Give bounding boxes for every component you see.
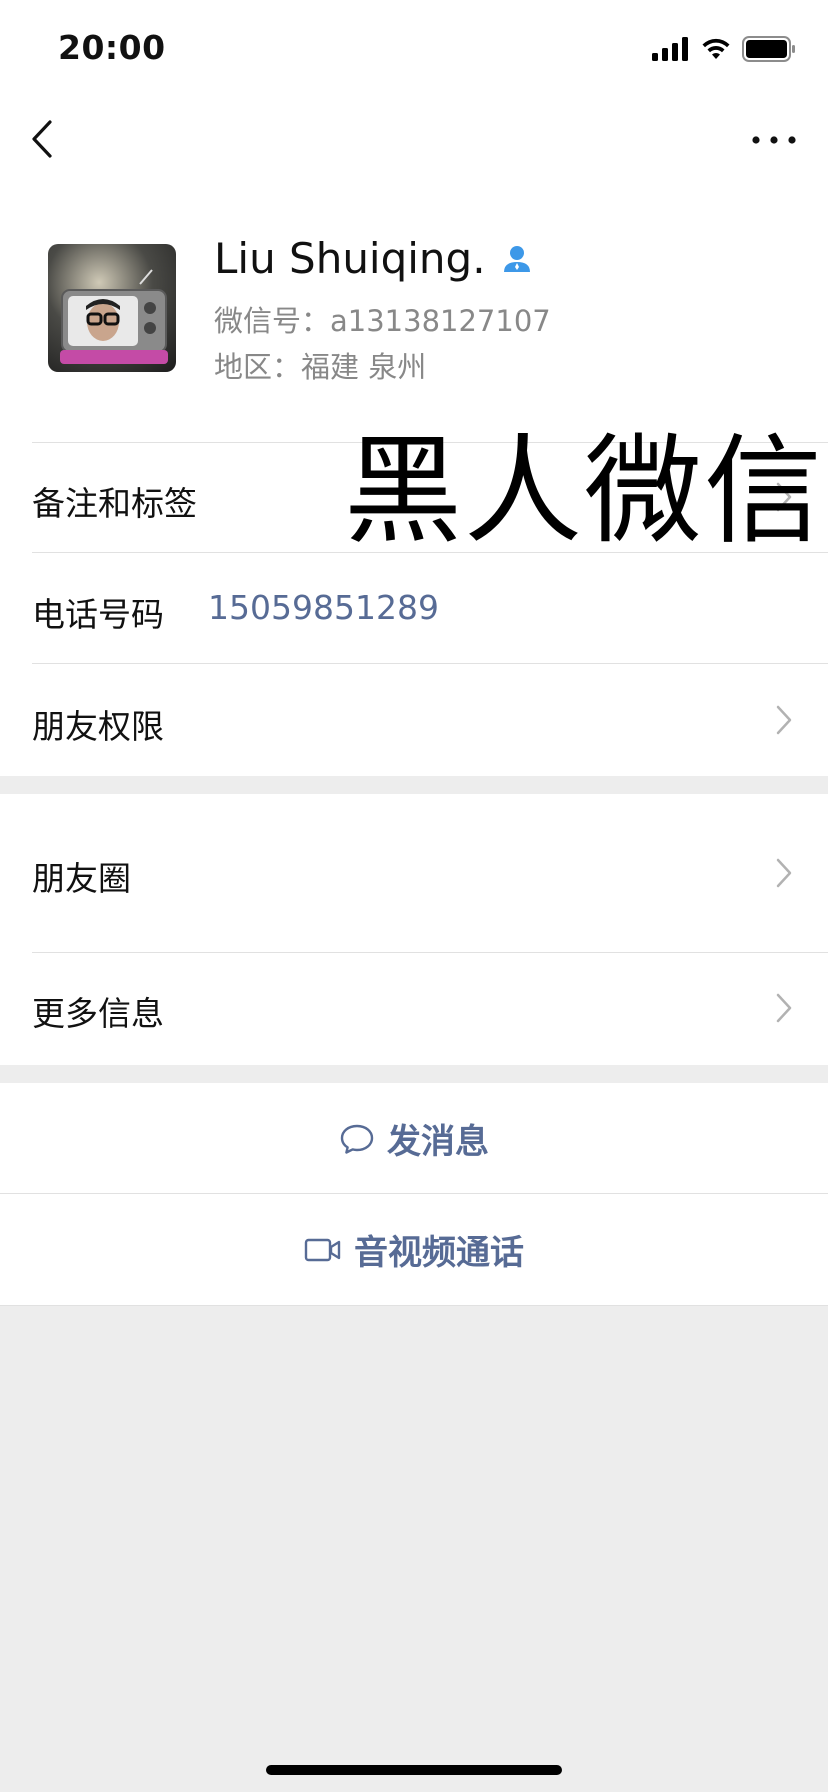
nav-bar [0,96,828,184]
video-call-label: 音视频通话 [354,1233,524,1273]
avatar[interactable] [48,244,176,372]
chevron-right-icon [776,858,792,888]
send-message-button[interactable]: 发消息 [0,1083,828,1194]
more-info-row[interactable]: 更多信息 [0,953,828,1065]
contact-name: Liu Shuiqing. [214,234,486,283]
moments-row[interactable]: 朋友圈 [0,794,828,953]
chat-bubble-icon [340,1124,374,1154]
phone-number[interactable]: 15059851289 [208,588,439,627]
wifi-icon [702,38,730,59]
video-camera-icon [304,1238,341,1261]
phone-label: 电话号码 [32,595,164,634]
phone-row[interactable]: 电话号码 15059851289 [0,553,828,664]
status-icons [652,34,796,64]
chevron-right-icon [776,705,792,735]
permissions-label: 朋友权限 [32,707,164,746]
overlay-watermark-text: 黑人微信 [344,422,825,560]
status-time: 20:00 [58,28,166,67]
avatar-image [60,269,168,364]
send-message-label: 发消息 [387,1122,489,1162]
region: 地区：福建 泉州 [214,350,427,384]
battery-icon [742,36,795,62]
permissions-row[interactable]: 朋友权限 [0,664,828,776]
home-indicator [266,1765,562,1775]
chevron-right-icon [776,993,792,1023]
moments-label: 朋友圈 [32,859,131,898]
more-options-icon[interactable] [746,118,802,162]
profile-header: Liu Shuiqing. 微信号：a13138127107 地区：福建 泉州 [0,184,828,442]
signal-icon [652,37,688,61]
status-bar: 20:00 [0,0,828,96]
video-call-button[interactable]: 音视频通话 [0,1194,828,1305]
back-arrow-icon[interactable] [22,114,72,164]
remarks-label: 备注和标签 [32,484,197,523]
wechat-id: 微信号：a13138127107 [214,304,551,338]
social-group: 朋友圈 更多信息 [0,794,828,1065]
contact-person-icon [503,245,530,272]
name-row: Liu Shuiqing. [214,234,532,283]
more-info-label: 更多信息 [32,994,164,1033]
